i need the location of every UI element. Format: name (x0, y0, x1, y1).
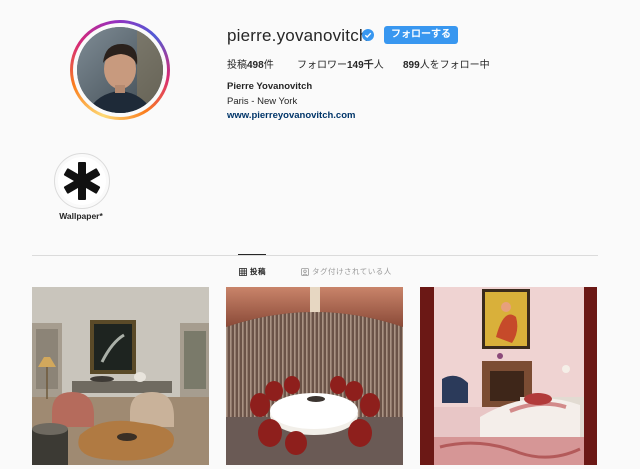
post-thumbnail[interactable] (226, 287, 403, 465)
tab-posts-label: 投稿 (250, 267, 266, 276)
post-photo (32, 287, 209, 465)
bio-location: Paris - New York (227, 96, 298, 107)
tab-posts[interactable]: 投稿 (239, 266, 266, 277)
post-photo (226, 287, 403, 465)
post-thumbnail[interactable] (420, 287, 597, 465)
follow-button[interactable]: フォローする (384, 26, 458, 44)
post-photo (420, 287, 597, 465)
story-highlight[interactable] (54, 153, 110, 209)
post-thumbnail[interactable] (32, 287, 209, 465)
full-name: Pierre Yovanovitch (227, 81, 313, 92)
following-link[interactable]: 899人をフォロー中 (403, 56, 490, 71)
active-tab-indicator (238, 254, 266, 255)
profile-avatar[interactable] (70, 20, 170, 120)
username: pierre.yovanovitch (227, 26, 369, 45)
highlight-label: Wallpaper* (59, 211, 103, 221)
tag-icon (301, 267, 309, 276)
avatar-photo (77, 27, 163, 113)
tab-tagged-label: タグ付けされている人 (312, 267, 392, 276)
verified-badge-icon (362, 29, 374, 41)
posts-count: 投稿498件 (227, 60, 274, 71)
asterisk-logo-icon (63, 162, 101, 200)
followers-link[interactable]: フォロワー149千人 (297, 56, 384, 71)
website-link[interactable]: www.pierreyovanovitch.com (227, 110, 355, 121)
tab-tagged[interactable]: タグ付けされている人 (301, 266, 392, 277)
tabs-divider (32, 255, 598, 256)
grid-icon (239, 267, 247, 276)
